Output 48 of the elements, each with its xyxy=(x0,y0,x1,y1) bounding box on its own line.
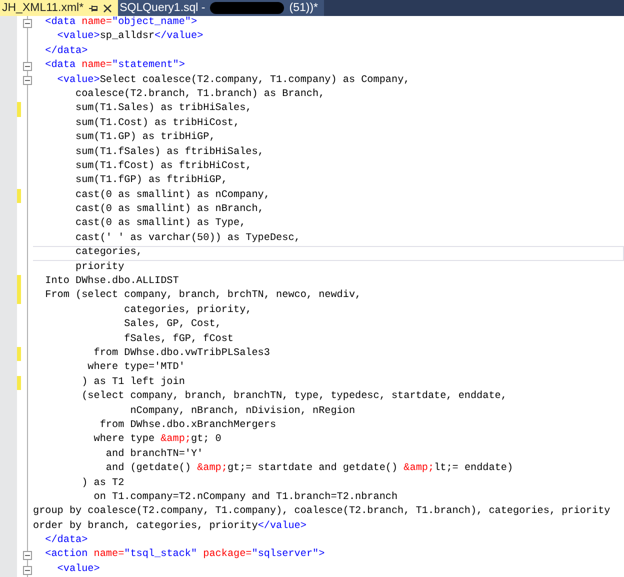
code-line: cast(0 as smallint) as nBranch, xyxy=(74,203,265,218)
code-line: fSales, fGP, fCost xyxy=(123,332,235,347)
code-line: sum(T1.GP) as tribHiGP, xyxy=(74,131,216,146)
code-line: categories, xyxy=(33,246,624,261)
code-line: ) as T2 xyxy=(80,476,126,490)
collapse-icon[interactable] xyxy=(23,566,32,575)
code-line: (select company, branch, branchTN, type, typedesc, startdate, enddate, xyxy=(80,390,508,404)
code-line: where type &amp;gt; 0 xyxy=(92,433,222,448)
code-line: nCompany, nBranch, nDivision, nRegion xyxy=(129,404,356,419)
code-line: group by coalesce(T2.company, T1.company), coalesce(T2.branch, T1.branch), categories, priority xyxy=(33,505,612,520)
code-line: sum(T1.Cost) as tribHiCost, xyxy=(74,116,241,131)
code-line: </data> xyxy=(44,44,89,59)
pin-icon[interactable] xyxy=(88,4,98,12)
collapse-icon[interactable] xyxy=(23,76,32,86)
code-line: ) as T1 left join xyxy=(80,376,186,390)
code-line: from DWhse.dbo.vwTribPLSales3 xyxy=(92,346,271,361)
code-line: where type='MTD' xyxy=(86,361,186,376)
document-tab[interactable]: JH_XML11.xml* xyxy=(0,0,118,16)
collapse-icon[interactable] xyxy=(23,18,32,28)
code-line: cast(0 as smallint) as Type, xyxy=(74,217,247,232)
code-line: </data> xyxy=(44,534,89,548)
close-icon[interactable] xyxy=(102,4,112,12)
code-line: and (getdate() &amp;gt;= startdate and getdate() &amp;lt;= enddate) xyxy=(104,462,514,476)
code-line: <value> xyxy=(56,562,101,577)
code-line: From (select company, branch, brchTN, newco, newdiv, xyxy=(44,289,362,304)
code-line: order by branch, categories, priority</value> xyxy=(33,520,308,534)
code-line: Into DWhse.dbo.ALLIDST xyxy=(44,275,180,290)
code-line: sum(T1.fSales) as ftribHiSales, xyxy=(74,146,265,160)
code-line: <data name="object_name"> xyxy=(44,16,198,30)
code-line: <action name="tsql_stack" package="sqlserver"> xyxy=(44,548,326,562)
code-line: <data name="statement"> xyxy=(44,59,186,74)
code-line: sum(T1.fGP) as ftribHiGP, xyxy=(74,174,228,188)
document-tab[interactable]: SQLQuery1.sql - (51))* xyxy=(118,0,324,16)
code-line: and branchTN='Y' xyxy=(104,448,204,462)
code-line: sum(T1.Sales) as tribHiSales, xyxy=(74,102,253,116)
code-line: on T1.company=T2.nCompany and T1.branch=T2.nbranch xyxy=(92,490,399,505)
code-line: cast(0 as smallint) as nCompany, xyxy=(74,188,271,203)
code-line: priority xyxy=(74,260,126,275)
code-line: categories, priority, xyxy=(123,304,253,318)
code-line: Sales, GP, Cost, xyxy=(123,318,222,332)
collapse-icon[interactable] xyxy=(23,551,32,560)
collapse-icon[interactable] xyxy=(23,62,32,71)
code-line: coalesce(T2.branch, T1.branch) as Branch, xyxy=(74,88,326,102)
code-line: cast(' ' as varchar(50)) as TypeDesc, xyxy=(74,232,302,246)
code-line: sum(T1.fCost) as ftribHiCost, xyxy=(74,160,253,174)
code-line: <value>sp_alldsr</value> xyxy=(56,30,204,44)
code-line: <value>Select coalesce(T2.company, T1.company) as Company, xyxy=(56,74,411,88)
code-line: from DWhse.dbo.xBranchMergers xyxy=(98,418,278,433)
